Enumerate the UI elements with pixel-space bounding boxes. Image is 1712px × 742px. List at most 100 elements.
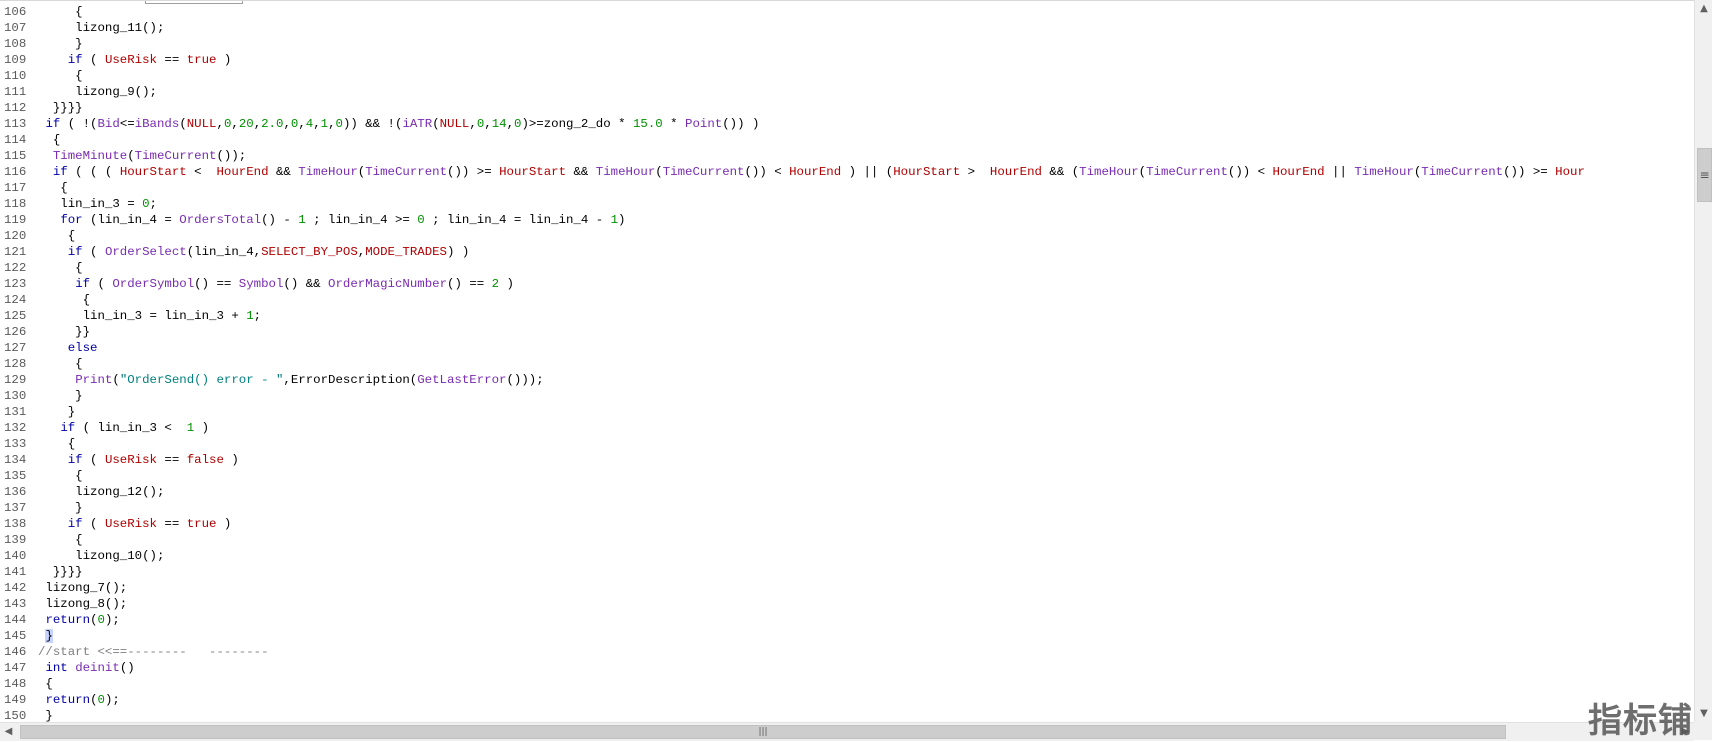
code-text[interactable]: lizong_10(); [38, 549, 164, 563]
code-editor[interactable]: 106 {107 lizong_11(); 108 } 109 if ( UseRi… [0, 0, 1694, 723]
code-line[interactable]: 123 if ( OrderSymbol() == Symbol() && Or… [0, 276, 1585, 292]
code-text[interactable]: }} [38, 325, 90, 339]
code-text[interactable]: if ( UseRisk == true ) [38, 53, 232, 67]
code-line[interactable]: 131 } [0, 404, 1585, 420]
code-line[interactable]: 110 { [0, 68, 1585, 84]
code-text[interactable]: } [38, 709, 52, 723]
code-line[interactable]: 120 { [0, 228, 1585, 244]
horizontal-scroll-thumb[interactable]: ||| [20, 725, 1506, 739]
code-line[interactable]: 129 Print("OrderSend() error - ",ErrorDe… [0, 372, 1585, 388]
code-line[interactable]: 115 TimeMinute(TimeCurrent()); [0, 148, 1585, 164]
code-text[interactable]: Print("OrderSend() error - ",ErrorDescri… [38, 373, 543, 387]
code-line[interactable]: 111 lizong_9(); [0, 84, 1585, 100]
code-text[interactable]: } [38, 405, 75, 419]
code-line[interactable]: 112 }}}} [0, 100, 1585, 116]
code-lines[interactable]: 106 {107 lizong_11(); 108 } 109 if ( UseRi… [0, 4, 1585, 723]
code-text[interactable]: }}}} [38, 101, 83, 115]
scroll-up-icon[interactable]: ▲ [1695, 0, 1712, 17]
code-line[interactable]: 126 }} [0, 324, 1585, 340]
code-line[interactable]: 137 } [0, 500, 1585, 516]
code-line[interactable]: 119 for (lin_in_4 = OrdersTotal() - 1 ; … [0, 212, 1585, 228]
code-text[interactable]: } [38, 389, 82, 403]
code-text[interactable]: if ( UseRisk == true ) [38, 517, 232, 531]
code-line[interactable]: 141 }}}} [0, 564, 1585, 580]
code-line[interactable]: 117 { [0, 180, 1585, 196]
code-text[interactable]: if ( OrderSymbol() == Symbol() && OrderM… [38, 277, 514, 291]
code-line[interactable]: 150 } [0, 708, 1585, 723]
code-line[interactable]: 109 if ( UseRisk == true ) [0, 52, 1585, 68]
code-line[interactable]: 135 { [0, 468, 1585, 484]
code-line[interactable]: 114 { [0, 132, 1585, 148]
code-line[interactable]: 106 { [0, 4, 1585, 20]
code-text[interactable]: } [38, 501, 82, 515]
code-line[interactable]: 121 if ( OrderSelect(lin_in_4,SELECT_BY_… [0, 244, 1585, 260]
code-text[interactable]: if ( !(Bid<=iBands(NULL,0,20,2.0,0,4,1,0… [38, 117, 759, 131]
code-line[interactable]: 116 if ( ( ( HourStart < HourEnd && Time… [0, 164, 1585, 180]
code-line[interactable]: 132 if ( lin_in_3 < 1 ) [0, 420, 1585, 436]
code-line[interactable]: 124 { [0, 292, 1585, 308]
code-text[interactable]: } [38, 629, 53, 643]
code-text[interactable]: { [38, 261, 82, 275]
code-text[interactable]: lin_in_3 = lin_in_3 + 1; [38, 309, 261, 323]
code-text[interactable]: else [38, 341, 98, 355]
code-text[interactable]: int deinit() [38, 661, 134, 675]
code-text[interactable]: if ( UseRisk == false ) [38, 453, 239, 467]
code-text[interactable]: lizong_7(); [38, 581, 127, 595]
code-text[interactable]: if ( ( ( HourStart < HourEnd && TimeHour… [38, 165, 1585, 179]
code-line[interactable]: 134 if ( UseRisk == false ) [0, 452, 1585, 468]
vertical-scrollbar[interactable]: ▲ ≡ ▼ [1694, 0, 1712, 722]
code-text[interactable]: { [38, 677, 52, 691]
code-line[interactable]: 140 lizong_10(); [0, 548, 1585, 564]
code-line[interactable]: 147 int deinit() [0, 660, 1585, 676]
code-line[interactable]: 146 //start <<==-------- -------- [0, 644, 1585, 660]
code-line[interactable]: 139 { [0, 532, 1585, 548]
code-text[interactable]: { [38, 133, 60, 147]
code-line[interactable]: 122 { [0, 260, 1585, 276]
code-text[interactable]: { [38, 293, 90, 307]
code-line[interactable]: 148 { [0, 676, 1585, 692]
code-text[interactable]: { [38, 533, 82, 547]
code-line[interactable]: 149 return(0); [0, 692, 1585, 708]
horizontal-scrollbar[interactable]: ◀ ||| ▶ [0, 722, 1694, 741]
code-text[interactable]: TimeMinute(TimeCurrent()); [38, 149, 246, 163]
code-line[interactable]: 127 else [0, 340, 1585, 356]
code-text[interactable]: return(0); [38, 693, 119, 707]
code-line[interactable]: 128 { [0, 356, 1585, 372]
code-line[interactable]: 142 lizong_7(); [0, 580, 1585, 596]
code-line[interactable]: 130 } [0, 388, 1585, 404]
code-line[interactable]: 144 return(0); [0, 612, 1585, 628]
code-text[interactable]: //start <<==-------- -------- [38, 645, 269, 659]
code-line[interactable]: 145 } [0, 628, 1585, 644]
code-text[interactable]: { [38, 357, 82, 371]
code-text[interactable]: lizong_12(); [38, 485, 164, 499]
code-line[interactable]: 113 if ( !(Bid<=iBands(NULL,0,20,2.0,0,4… [0, 116, 1585, 132]
code-line[interactable]: 133 { [0, 436, 1585, 452]
code-text[interactable]: { [38, 5, 82, 19]
code-text[interactable]: } [38, 37, 82, 51]
code-line[interactable]: 108 } [0, 36, 1585, 52]
code-text[interactable]: { [38, 229, 75, 243]
code-line[interactable]: 143 lizong_8(); [0, 596, 1585, 612]
code-line[interactable]: 107 lizong_11(); [0, 20, 1585, 36]
code-token: false [186, 453, 224, 467]
code-text[interactable]: lizong_9(); [38, 85, 157, 99]
code-text[interactable]: if ( OrderSelect(lin_in_4,SELECT_BY_POS,… [38, 245, 470, 259]
vertical-scroll-thumb[interactable]: ≡ [1697, 148, 1712, 202]
code-text[interactable]: for (lin_in_4 = OrdersTotal() - 1 ; lin_… [38, 213, 625, 227]
code-line[interactable]: 138 if ( UseRisk == true ) [0, 516, 1585, 532]
code-text[interactable]: }}}} [38, 565, 83, 579]
code-text[interactable]: if ( lin_in_3 < 1 ) [38, 421, 209, 435]
code-line[interactable]: 125 lin_in_3 = lin_in_3 + 1; [0, 308, 1585, 324]
code-text[interactable]: { [38, 181, 67, 195]
code-text[interactable]: { [38, 437, 75, 451]
code-line[interactable]: 136 lizong_12(); [0, 484, 1585, 500]
code-text[interactable]: lizong_8(); [38, 597, 127, 611]
scroll-left-icon[interactable]: ◀ [0, 723, 17, 741]
code-text[interactable]: { [38, 469, 82, 483]
code-text[interactable]: lizong_11(); [38, 21, 164, 35]
code-text[interactable]: return(0); [38, 613, 119, 627]
code-line[interactable]: 118 lin_in_3 = 0; [0, 196, 1585, 212]
scroll-down-icon[interactable]: ▼ [1695, 705, 1712, 722]
code-text[interactable]: { [38, 69, 82, 83]
code-text[interactable]: lin_in_3 = 0; [38, 197, 157, 211]
